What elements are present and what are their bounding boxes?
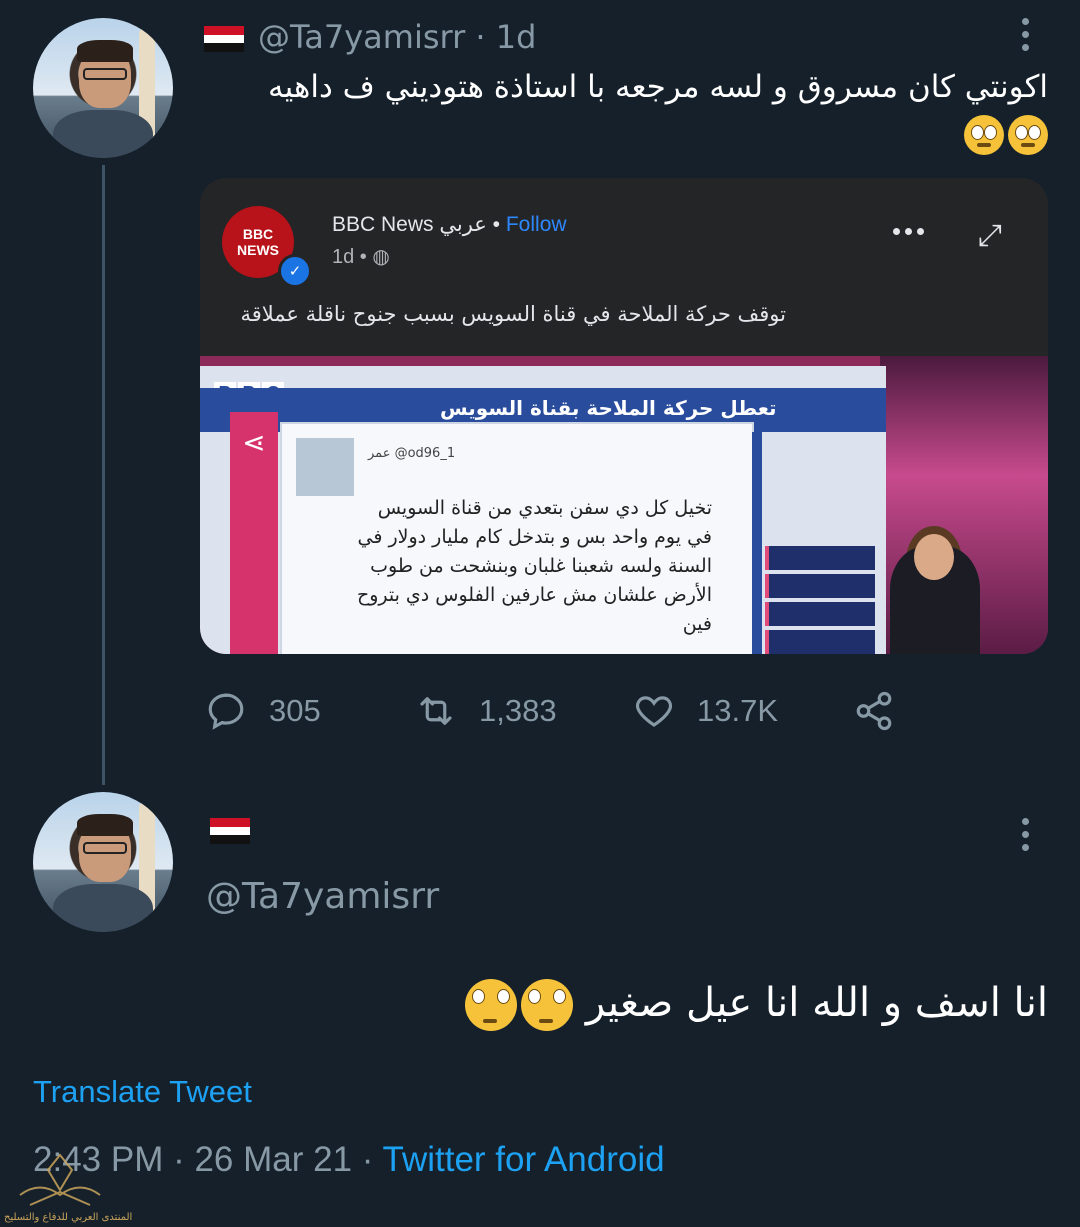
watermark-logo (19, 1153, 101, 1206)
post-time: 1d • ◍ (332, 244, 390, 269)
share-icon: ⋖ (242, 426, 266, 459)
watermark-text: المنتدى العربي للدفاع والتسليح (4, 1212, 133, 1223)
tweet-meta: 2:43 PM · 26 Mar 21 · Twitter for Androi… (33, 1140, 665, 1180)
inner-avatar (296, 438, 354, 496)
share-icon (856, 691, 892, 731)
quoted-tweet-panel: عمر @od96_1 تخيل كل دي سفن بتعدي من قناة… (280, 422, 754, 654)
post-source-name: BBC News عربي • Follow (332, 212, 567, 237)
share-column: ⋖ (230, 412, 278, 654)
retweet-icon (420, 697, 452, 725)
follow-button[interactable]: Follow (506, 213, 567, 236)
post-image[interactable]: B B C تعطل حركة الملاحة بقناة السويس ⋖ ع… (200, 356, 1048, 654)
rolling-eyes-emoji-icon (521, 979, 574, 1031)
egypt-flag-icon (204, 26, 244, 53)
retweet-button[interactable]: 1,383 (415, 690, 633, 732)
embedded-post-card[interactable]: BBC NEWS ✓ BBC News عربي • Follow 1d • ◍… (200, 178, 1048, 654)
screen-divider (752, 432, 762, 654)
retweet-count: 1,383 (479, 693, 557, 728)
thread-connector (102, 165, 105, 785)
tweet-source-link[interactable]: Twitter for Android (383, 1140, 665, 1179)
inner-tweet-text: تخيل كل دي سفن بتعدي من قناة السويس في ي… (356, 497, 712, 635)
like-button[interactable]: 13.7K (633, 690, 853, 732)
tweet-text: اكونتي كان مسروق و لسه مرجعه با استاذة ه… (228, 66, 1048, 155)
globe-icon: ◍ (372, 246, 390, 268)
source-name-label[interactable]: BBC News عربي • (332, 213, 500, 236)
tweet-text: انا اسف و الله انا عيل صغير (228, 975, 1048, 1031)
share-button[interactable] (853, 690, 895, 732)
tweet-handle[interactable]: @Ta7yamisrr (206, 876, 439, 917)
more-options-icon[interactable] (1022, 18, 1030, 51)
tweet-handle[interactable]: @Ta7yamisrr · 1d (258, 18, 536, 56)
screen-title: تعطل حركة الملاحة بقناة السويس (440, 396, 777, 420)
reply-button[interactable]: 305 (205, 690, 415, 732)
woozy-face-emoji-icon (964, 114, 1004, 155)
translate-tweet-link[interactable]: Translate Tweet (33, 1074, 252, 1110)
tv-screen: B B C تعطل حركة الملاحة بقناة السويس ⋖ ع… (200, 366, 886, 654)
post-headline: توقف حركة الملاحة في قناة السويس بسبب جن… (240, 302, 786, 326)
more-options-icon[interactable] (1022, 818, 1030, 851)
inner-handle: عمر @od96_1 (368, 446, 456, 461)
presenter-head (914, 534, 954, 580)
post-more-icon[interactable] (893, 228, 924, 235)
egypt-flag-icon (210, 818, 250, 845)
like-count: 13.7K (697, 693, 779, 728)
reply-count: 305 (269, 693, 321, 728)
rolling-eyes-emoji-icon (1008, 114, 1048, 155)
screen-menu-list (765, 546, 875, 654)
avatar[interactable] (33, 792, 173, 932)
avatar[interactable] (33, 18, 173, 158)
verified-badge-icon: ✓ (278, 254, 312, 288)
expand-icon[interactable]: ⤢ (978, 218, 1014, 254)
rolling-eyes-emoji-icon (465, 979, 518, 1031)
tweet-text-content: انا اسف و الله انا عيل صغير (585, 980, 1048, 1026)
heart-icon (636, 696, 672, 727)
reply-icon (208, 693, 244, 730)
tweet-actions: 305 1,383 13.7K (205, 690, 895, 732)
post-time-label: 1d • (332, 246, 367, 268)
